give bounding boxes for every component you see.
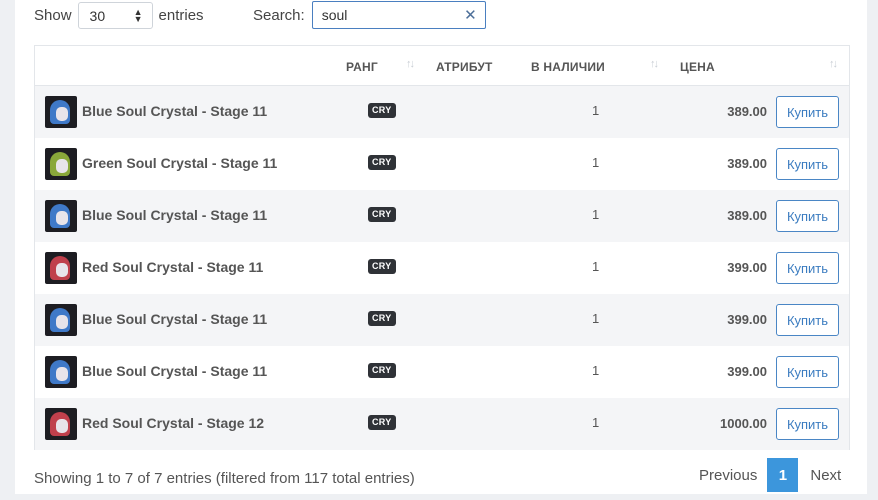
search-label: Search: — [253, 6, 305, 24]
table-row: Green Soul Crystal - Stage 11 CRY 1 389.00 К… — [35, 138, 849, 190]
table-row: Red Soul Crystal - Stage 12 CRY 1 1000.00 Ку… — [35, 398, 849, 450]
rank-badge: CRY — [368, 259, 396, 274]
search-input-value: soul — [321, 7, 348, 23]
item-price: 389.00 — [727, 208, 767, 223]
soul-crystal-icon — [45, 200, 77, 232]
column-header-in-stock[interactable]: В НАЛИЧИИ — [531, 60, 605, 74]
item-price: 399.00 — [727, 260, 767, 275]
buy-button[interactable]: Купить — [776, 96, 839, 128]
table-row: Blue Soul Crystal - Stage 11 CRY 1 399.00 Ку… — [35, 346, 849, 398]
stock-quantity: 1 — [592, 155, 600, 170]
item-name: Blue Soul Crystal - Stage 11 — [82, 103, 268, 119]
entries-label: entries — [158, 7, 204, 24]
stock-quantity: 1 — [592, 259, 600, 274]
rank-badge: CRY — [368, 103, 396, 118]
sort-in-stock-icon[interactable]: ↑↓ — [650, 58, 659, 70]
sort-rank-icon[interactable]: ↑↓ — [406, 58, 415, 70]
item-name: Red Soul Crystal - Stage 12 — [82, 415, 265, 431]
soul-crystal-icon — [45, 96, 77, 128]
soul-crystal-icon — [45, 408, 77, 440]
rank-badge: CRY — [368, 415, 396, 430]
clear-search-icon[interactable]: ✕ — [464, 6, 477, 24]
table-body: Blue Soul Crystal - Stage 11 CRY 1 389.00 Ку… — [35, 86, 849, 450]
item-price: 389.00 — [727, 156, 767, 171]
item-name: Blue Soul Crystal - Stage 11 — [82, 363, 268, 379]
entries-select-value: 30 — [89, 7, 106, 24]
stock-quantity: 1 — [592, 415, 600, 430]
table-row: Red Soul Crystal - Stage 11 CRY 1 399.00 Куп… — [35, 242, 849, 294]
item-name: Blue Soul Crystal - Stage 11 — [82, 311, 268, 327]
rank-badge: CRY — [368, 207, 396, 222]
soul-crystal-icon — [45, 148, 77, 180]
search-input[interactable]: soul ✕ — [311, 1, 486, 29]
table-row: Blue Soul Crystal - Stage 11 CRY 1 399.00 Ку… — [35, 294, 849, 346]
column-header-rank[interactable]: РАНГ — [346, 60, 378, 74]
buy-button[interactable]: Купить — [776, 252, 839, 284]
entries-length-control: Show 30 ▲ ▼ entries — [34, 2, 204, 29]
select-arrows-icon: ▲ ▼ — [133, 6, 143, 24]
table-info: Showing 1 to 7 of 7 entries (filtered fr… — [34, 470, 415, 487]
column-header-price[interactable]: ЦЕНА — [680, 60, 715, 74]
sort-price-icon[interactable]: ↑↓ — [829, 58, 838, 70]
next-page-button[interactable]: Next — [801, 467, 850, 484]
show-label: Show — [34, 7, 72, 24]
soul-crystal-icon — [45, 304, 77, 336]
buy-button[interactable]: Купить — [776, 200, 839, 232]
items-table: РАНГ ↑↓ АТРИБУТ В НАЛИЧИИ ↑↓ ЦЕНА ↑↓ Blu… — [34, 45, 850, 450]
item-name: Red Soul Crystal - Stage 11 — [82, 259, 264, 275]
buy-button[interactable]: Купить — [776, 356, 839, 388]
stock-quantity: 1 — [592, 103, 600, 118]
soul-crystal-icon — [45, 356, 77, 388]
table-header: РАНГ ↑↓ АТРИБУТ В НАЛИЧИИ ↑↓ ЦЕНА ↑↓ — [35, 46, 849, 86]
rank-badge: CRY — [368, 311, 396, 326]
item-price: 1000.00 — [720, 416, 767, 431]
search-control: Search: soul ✕ — [253, 1, 486, 29]
item-name: Blue Soul Crystal - Stage 11 — [82, 207, 268, 223]
table-row: Blue Soul Crystal - Stage 11 CRY 1 389.00 Ку… — [35, 86, 849, 138]
stock-quantity: 1 — [592, 207, 600, 222]
pagination: Previous 1 Next — [690, 458, 850, 492]
page-1-button[interactable]: 1 — [767, 458, 799, 492]
rank-badge: CRY — [368, 155, 396, 170]
previous-page-button[interactable]: Previous — [690, 467, 766, 484]
buy-button[interactable]: Купить — [776, 408, 839, 440]
buy-button[interactable]: Купить — [776, 148, 839, 180]
entries-select[interactable]: 30 ▲ ▼ — [77, 2, 153, 29]
content-panel: Show 30 ▲ ▼ entries Search: soul ✕ РАНГ ↑… — [15, 0, 867, 494]
rank-badge: CRY — [368, 363, 396, 378]
buy-button[interactable]: Купить — [776, 304, 839, 336]
soul-crystal-icon — [45, 252, 77, 284]
item-price: 399.00 — [727, 312, 767, 327]
stock-quantity: 1 — [592, 311, 600, 326]
table-row: Blue Soul Crystal - Stage 11 CRY 1 389.00 Ку… — [35, 190, 849, 242]
column-header-attribute[interactable]: АТРИБУТ — [436, 60, 493, 74]
stock-quantity: 1 — [592, 363, 600, 378]
item-price: 399.00 — [727, 364, 767, 379]
item-price: 389.00 — [727, 104, 767, 119]
item-name: Green Soul Crystal - Stage 11 — [82, 155, 278, 171]
